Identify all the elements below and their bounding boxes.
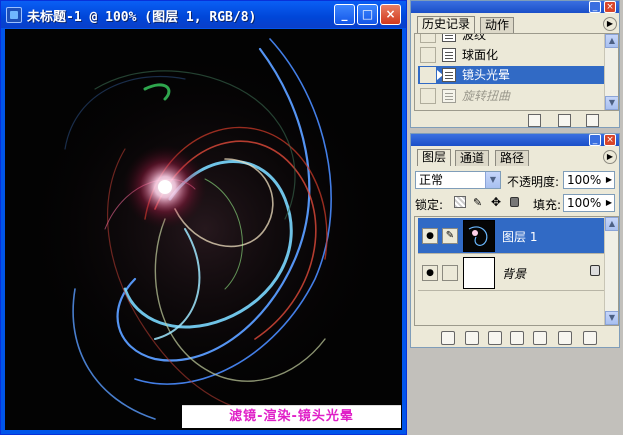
lock-image-pixels-brush-icon[interactable]: ✎ <box>473 196 482 209</box>
swirl-artwork <box>5 29 402 430</box>
layer-name: 图层 1 <box>502 230 538 244</box>
history-panel: _ × 历史记录 动作 ▶ 波纹 球面化 镜头光晕 旋转扭曲 ▲ ▼ <box>410 0 620 128</box>
new-document-from-state-icon[interactable] <box>528 114 541 127</box>
tab-history[interactable]: 历史记录 <box>417 16 476 33</box>
blend-mode-select[interactable]: 正常 ▼ <box>415 171 501 189</box>
brush-icon[interactable]: ✎ <box>442 228 458 244</box>
history-step-icon <box>442 89 456 103</box>
document-window: 未标题-1 @ 100% (图层 1, RGB/8) _ □ × 滤镜-渲染-镜… <box>0 0 407 435</box>
lock-transparent-pixels-icon[interactable] <box>454 196 466 208</box>
arrow-right-icon[interactable]: ▶ <box>606 195 612 211</box>
history-panel-close-button[interactable]: × <box>604 1 616 13</box>
history-item[interactable]: 波纹 <box>418 33 609 44</box>
lock-label: 锁定: <box>415 198 444 212</box>
swirl-thumbnail <box>468 226 488 246</box>
lock-icon <box>590 265 600 276</box>
chevron-down-icon[interactable]: ▼ <box>485 172 500 188</box>
layer-thumbnail <box>463 257 495 289</box>
adjustment-layer-icon[interactable] <box>533 331 547 345</box>
new-group-folder-icon[interactable] <box>510 331 524 345</box>
history-scrollbar[interactable]: ▲ ▼ <box>604 34 618 110</box>
history-panel-titlebar[interactable] <box>411 1 619 13</box>
trash-icon[interactable] <box>583 331 597 345</box>
document-title: 未标题-1 @ 100% (图层 1, RGB/8) <box>27 10 257 25</box>
snapshot-camera-icon[interactable] <box>558 114 571 127</box>
layers-panel-close-button[interactable]: × <box>604 134 616 146</box>
layers-panel-menu-button[interactable]: ▶ <box>603 150 617 164</box>
history-panel-minimize-button[interactable]: _ <box>589 1 601 13</box>
eye-icon[interactable]: ● <box>422 265 438 281</box>
history-item-label: 球面化 <box>462 48 499 62</box>
history-source-checkbox[interactable] <box>420 47 436 63</box>
tab-channels[interactable]: 通道 <box>455 150 490 166</box>
close-button[interactable]: × <box>380 4 401 25</box>
history-source-checkbox[interactable] <box>420 34 436 43</box>
history-item-label: 旋转扭曲 <box>462 89 511 103</box>
history-item-selected[interactable]: 镜头光晕 <box>418 66 609 84</box>
history-source-checkbox[interactable] <box>420 88 436 104</box>
blend-mode-value: 正常 <box>419 173 444 187</box>
layer-thumbnail <box>463 220 495 252</box>
link-layers-icon[interactable] <box>441 331 455 345</box>
layers-panel: _ × 图层 通道 路径 ▶ 正常 ▼ 不透明度: 100% ▶ 锁定: ✎ ✥… <box>410 133 620 348</box>
scroll-down-icon[interactable]: ▼ <box>605 96 618 110</box>
history-item[interactable]: 旋转扭曲 <box>418 87 609 105</box>
opacity-value: 100% <box>567 173 602 187</box>
photoshop-document-icon <box>6 7 22 23</box>
maximize-button[interactable]: □ <box>357 4 378 25</box>
new-layer-icon[interactable] <box>558 331 572 345</box>
tab-actions[interactable]: 动作 <box>480 17 515 33</box>
history-step-icon <box>442 68 456 82</box>
layer-name: 背景 <box>502 267 527 281</box>
fill-label: 填充: <box>533 198 562 212</box>
opacity-label: 不透明度: <box>507 175 560 189</box>
document-title-bar[interactable]: 未标题-1 @ 100% (图层 1, RGB/8) _ □ × <box>1 1 406 28</box>
history-step-icon <box>442 48 456 62</box>
arrow-right-icon[interactable]: ▶ <box>606 172 612 188</box>
history-item-label: 镜头光晕 <box>462 68 511 82</box>
document-canvas[interactable] <box>5 29 402 430</box>
tab-paths[interactable]: 路径 <box>495 150 530 166</box>
opacity-input[interactable]: 100% ▶ <box>563 171 615 189</box>
tab-layers[interactable]: 图层 <box>417 149 452 166</box>
fill-value: 100% <box>567 196 602 210</box>
effect-caption: 滤镜-渲染-镜头光晕 <box>182 405 401 428</box>
minimize-button[interactable]: _ <box>334 4 355 25</box>
layer-row-layer1[interactable]: ● ✎ 图层 1 <box>418 218 606 254</box>
history-list: 波纹 球面化 镜头光晕 旋转扭曲 ▲ ▼ <box>414 33 619 111</box>
history-step-icon <box>442 34 456 42</box>
layer-row-background[interactable]: ● 背景 <box>418 255 606 291</box>
layers-panel-minimize-button[interactable]: _ <box>589 134 601 146</box>
eye-icon[interactable]: ● <box>422 228 438 244</box>
add-layer-style-icon[interactable] <box>465 331 479 345</box>
lock-all-icon[interactable] <box>510 197 519 207</box>
history-item-label: 波纹 <box>462 33 487 42</box>
fill-input[interactable]: 100% ▶ <box>563 194 615 212</box>
scroll-up-icon[interactable]: ▲ <box>605 34 618 48</box>
history-source-checkbox[interactable] <box>420 67 436 83</box>
trash-icon[interactable] <box>586 114 599 127</box>
history-item[interactable]: 球面化 <box>418 46 609 64</box>
layers-scrollbar[interactable]: ▲ ▼ <box>604 217 618 325</box>
lock-position-move-icon[interactable]: ✥ <box>491 195 501 209</box>
layers-panel-titlebar[interactable] <box>411 134 619 146</box>
add-mask-icon[interactable] <box>488 331 502 345</box>
scroll-up-icon[interactable]: ▲ <box>605 217 618 231</box>
history-panel-menu-button[interactable]: ▶ <box>603 17 617 31</box>
layers-list: ● ✎ 图层 1 ● 背景 ▲ ▼ <box>414 216 619 326</box>
scroll-down-icon[interactable]: ▼ <box>605 311 618 325</box>
layer-link-box[interactable] <box>442 265 458 281</box>
